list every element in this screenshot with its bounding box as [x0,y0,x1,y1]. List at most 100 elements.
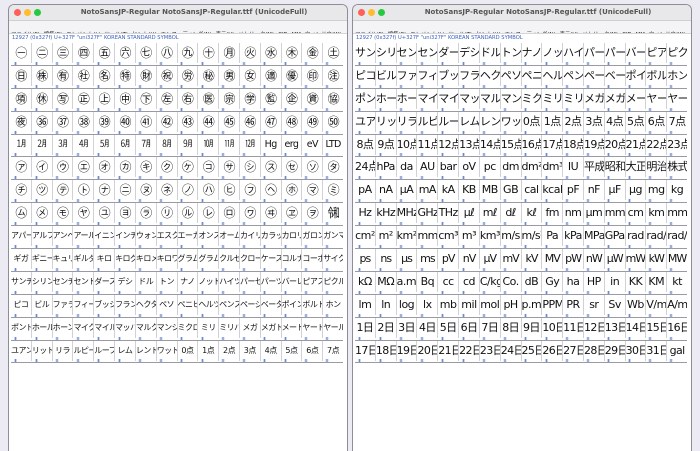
glyph-cell[interactable]: ㋙ [198,157,220,178]
glyph-cell[interactable]: mV [501,249,522,270]
glyph-cell[interactable]: エスクード [157,226,178,247]
glyph-cell[interactable]: ㊤ [94,88,116,109]
glyph-cell[interactable]: 30日 [626,340,647,361]
glyph-cell[interactable]: リラ [397,111,418,132]
glyph-cell[interactable]: ページ [240,294,261,315]
glyph-cell[interactable]: ㋘ [178,157,199,178]
glyph-cell[interactable]: ㋤ [94,180,116,201]
glyph-cell[interactable]: パーセント [584,43,605,63]
glyph-cell[interactable]: ギルダー [73,249,95,270]
glyph-cell[interactable]: レントゲン [136,340,157,361]
glyph-cell[interactable]: ㊧ [157,88,178,109]
glyph-cell[interactable]: ㊇ [157,43,178,63]
glyph-cell[interactable]: rad/s [646,226,668,247]
glyph-cell[interactable]: ヤール [323,318,343,338]
glyph-cell[interactable]: アパート [11,226,32,247]
glyph-cell[interactable]: ns [376,249,397,270]
glyph-cell[interactable]: フィート [417,65,439,86]
glyph-cell[interactable]: イニング [94,226,116,247]
glyph-cell[interactable]: サイクル [323,249,343,269]
glyph-cell[interactable]: Gy [542,271,564,292]
glyph-cell[interactable]: MΩ [376,271,397,292]
glyph-cell[interactable]: ノット [198,271,220,292]
glyph-cell[interactable]: ㋅ [115,134,136,155]
glyph-cell[interactable]: 10点 [397,134,418,155]
glyph-cell[interactable]: 23点 [667,135,687,155]
glyph-cell[interactable]: ヘクタール [136,294,157,315]
glyph-cell[interactable]: トン [157,271,178,292]
glyph-cell[interactable]: MV [542,249,564,270]
glyph-cell[interactable]: ㊿ [323,112,343,132]
glyph-cell[interactable]: m/s [501,226,522,247]
glyph-cell[interactable]: 26日 [542,340,564,361]
glyph-cell[interactable]: AU [417,157,439,178]
glyph-cell[interactable]: ㋜ [261,157,282,178]
glyph-cell[interactable]: キロメートル [136,249,157,270]
glyph-cell[interactable]: 3点 [584,111,605,132]
glyph-cell[interactable]: ㊎ [302,43,324,63]
glyph-cell[interactable]: 23日 [480,340,501,361]
glyph-cell[interactable]: メートル [626,88,647,109]
glyph-cell[interactable]: ユアン [355,111,376,132]
glyph-cell[interactable]: ㊕ [115,65,136,86]
glyph-cell[interactable]: ㊡ [32,88,53,109]
glyph-cell[interactable]: ㋟ [323,157,343,177]
glyph-cell[interactable]: ㊍ [282,43,303,63]
glyph-cell[interactable]: 0点 [178,340,199,361]
glyph-cell[interactable]: ナノ [522,43,543,63]
glyph-cell[interactable]: 2点 [219,340,240,361]
glyph-cell[interactable]: ㊬ [261,88,282,109]
glyph-cell[interactable]: 4点 [605,111,626,132]
glyph-cell[interactable]: ヘクタール [480,65,501,86]
glyph-cell[interactable]: ㋹ [198,203,220,224]
glyph-cell[interactable]: 24点 [355,157,376,178]
glyph-cell[interactable]: メートル [282,317,303,338]
glyph-cell[interactable]: ドル [136,271,157,292]
glyph-cell[interactable]: kΩ [355,271,376,292]
glyph-cell[interactable]: パーセント [240,271,261,292]
glyph-cell[interactable]: アール [73,226,95,247]
glyph-cell[interactable]: ㋇ [157,134,178,155]
glyph-cell[interactable]: 31日 [646,340,668,361]
glyph-cell[interactable]: ホーン [53,317,74,338]
glyph-cell[interactable]: ユアン [11,340,32,361]
glyph-cell[interactable]: ㊼ [261,111,282,132]
glyph-cell[interactable]: ダース [94,271,116,292]
glyph-cell[interactable]: HP [584,271,605,292]
glyph-cell[interactable]: mil [459,294,480,315]
glyph-cell[interactable]: pH [501,294,522,315]
glyph-cell[interactable]: cm² [355,226,376,247]
glyph-cell[interactable]: ㋔ [94,157,116,178]
glyph-cell[interactable]: ㊴ [94,111,116,132]
glyph-cell[interactable]: オンス [198,226,220,247]
glyph-cell[interactable]: マイクロ [73,317,95,338]
glyph-cell[interactable]: ガロン [302,226,324,247]
glyph-cell[interactable]: 17点 [542,134,564,155]
glyph-cell[interactable]: ミリバール [563,88,584,109]
glyph-cell[interactable]: ピクル [667,43,687,63]
glyph-cell[interactable]: ㋫ [240,180,261,201]
glyph-cell[interactable]: バーレル [282,271,303,292]
glyph-cell[interactable]: 14点 [480,134,501,155]
glyph-cell[interactable]: kA [438,180,460,201]
glyph-cell[interactable]: ワット [501,111,522,132]
glyph-cell[interactable]: kHz [376,203,397,224]
glyph-cell[interactable]: エーカー [178,226,199,247]
glyph-cell[interactable]: da [397,157,418,178]
glyph-cell[interactable]: 17日 [355,340,376,361]
glyph-cell[interactable]: 12日 [584,317,605,338]
minimize-window-icon[interactable] [368,9,375,16]
glyph-cell[interactable]: ㊐ [11,65,32,86]
glyph-cell[interactable]: V/m [646,294,668,315]
glyph-cell[interactable]: m/s² [522,226,543,247]
glyph-cell[interactable]: ㊢ [53,88,74,109]
glyph-cell[interactable]: マイル [438,88,460,109]
glyph-cell[interactable]: ln [376,294,397,315]
glyph-cell[interactable]: dB [522,271,543,292]
glyph-cell[interactable]: ㋶ [136,203,157,224]
glyph-cell[interactable]: bar [438,157,460,178]
glyph-cell[interactable]: ハイツ [563,43,584,63]
glyph-cell[interactable]: ㊝ [282,65,303,86]
glyph-cell[interactable]: 0点 [522,111,543,132]
glyph-cell[interactable]: ㋬ [261,180,282,201]
